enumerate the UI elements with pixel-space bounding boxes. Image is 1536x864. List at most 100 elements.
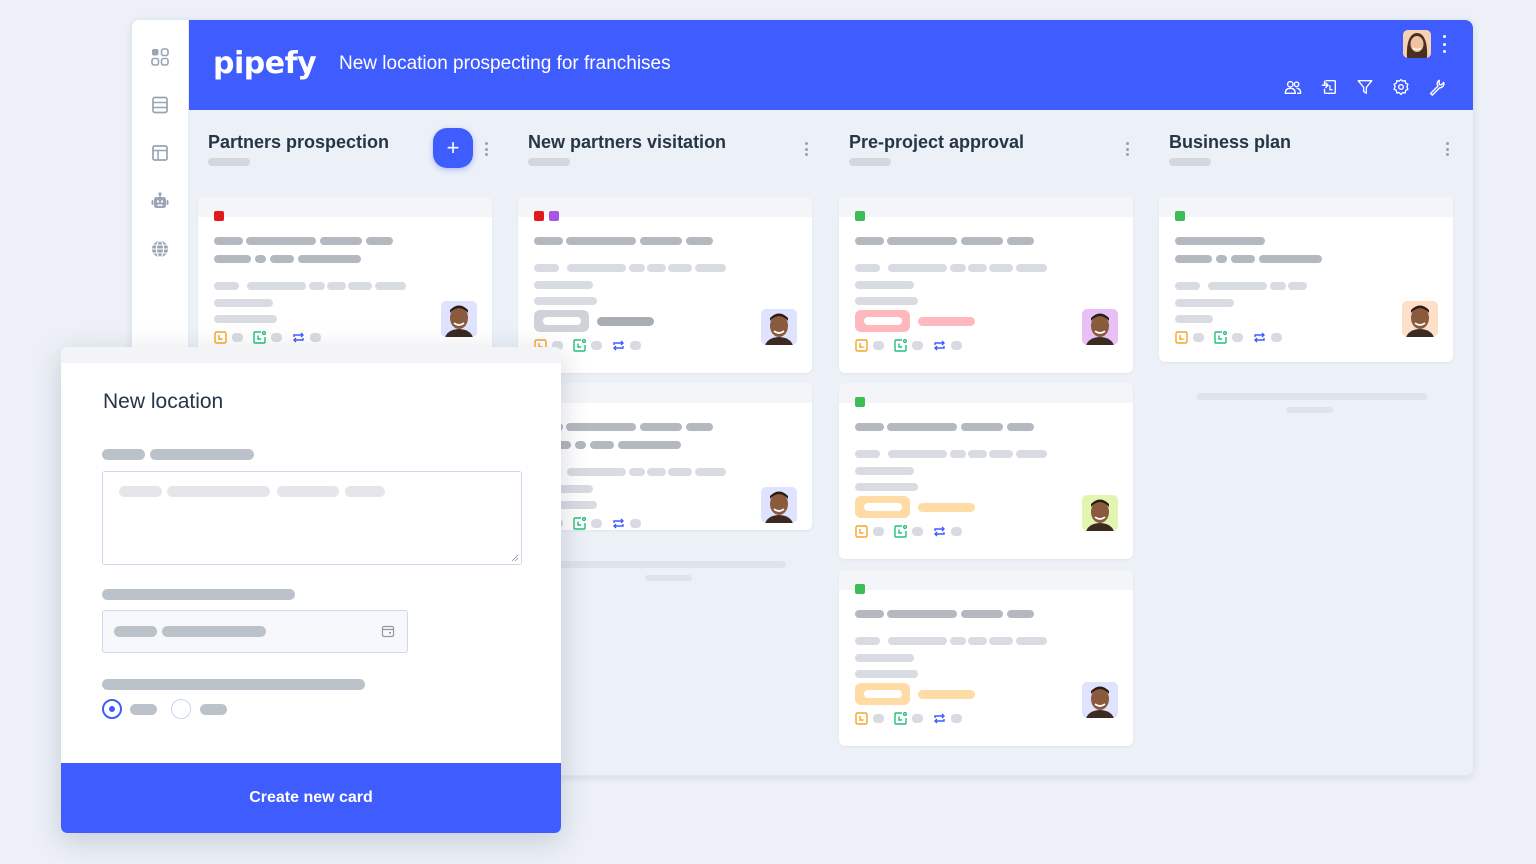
user-avatar[interactable]: [1403, 30, 1431, 58]
assignee-avatar[interactable]: [761, 487, 797, 523]
load-more-skeleton: [1286, 407, 1333, 413]
pipefy-logo[interactable]: pipefy: [213, 46, 317, 81]
indicator-value-skeleton: [951, 527, 962, 536]
card-field-skeleton: [1175, 282, 1200, 290]
card-title-skeleton: [686, 423, 713, 431]
card-field-skeleton: [668, 468, 692, 476]
pipe-card[interactable]: [839, 383, 1133, 559]
filter-icon[interactable]: [1355, 77, 1375, 97]
more-options-icon[interactable]: [1441, 35, 1447, 53]
card-field-skeleton: [534, 281, 593, 289]
pipe-card[interactable]: [198, 197, 492, 357]
card-title-skeleton: [246, 237, 316, 245]
wrench-icon[interactable]: [1427, 77, 1447, 97]
description-textarea[interactable]: [102, 471, 522, 565]
indicator-value-skeleton: [591, 519, 602, 528]
label-tag: [214, 211, 224, 221]
card-labels: [1175, 211, 1185, 221]
card-badge-text: [918, 317, 975, 326]
card-field-skeleton: [855, 670, 918, 678]
apps-grid-icon[interactable]: [149, 46, 171, 68]
card-field-skeleton: [989, 450, 1013, 458]
phase-menu-icon[interactable]: [484, 142, 488, 156]
card-field-skeleton: [950, 450, 966, 458]
field-label-placeholder: [150, 449, 254, 460]
pipe-card[interactable]: [518, 197, 812, 373]
card-indicators: [855, 339, 972, 352]
phase-menu-icon[interactable]: [1125, 142, 1129, 156]
create-new-card-button[interactable]: Create new card: [61, 763, 561, 833]
calendar-icon[interactable]: [381, 624, 395, 638]
phase-card-count: [849, 158, 891, 166]
import-icon[interactable]: [1319, 77, 1339, 97]
assignee-avatar[interactable]: [1082, 495, 1118, 531]
resize-handle-icon[interactable]: [511, 554, 519, 562]
pipe-card[interactable]: [839, 570, 1133, 746]
assignee-avatar[interactable]: [1082, 309, 1118, 345]
members-icon[interactable]: [1283, 77, 1303, 97]
card-title-skeleton: [855, 237, 884, 245]
card-field-skeleton: [950, 637, 966, 645]
card-field-skeleton: [855, 637, 880, 645]
card-title-skeleton: [887, 610, 957, 618]
card-title-skeleton: [961, 423, 1003, 431]
label-tag: [855, 211, 865, 221]
settings-icon[interactable]: [1391, 77, 1411, 97]
radio-option-2[interactable]: [171, 699, 191, 719]
repeat-icon: [933, 712, 946, 725]
sla-timer-icon: [894, 525, 907, 538]
assignee-avatar[interactable]: [441, 301, 477, 337]
indicator-value-skeleton: [1271, 333, 1282, 342]
indicator-value-skeleton: [1193, 333, 1204, 342]
due-date-icon: [214, 331, 227, 344]
assignee-avatar[interactable]: [1402, 301, 1438, 337]
card-title-skeleton: [618, 441, 681, 449]
assignee-avatar[interactable]: [761, 309, 797, 345]
sla-timer-icon: [573, 517, 586, 530]
pipe-card[interactable]: [1159, 197, 1453, 362]
add-card-button[interactable]: +: [433, 128, 473, 168]
card-title-skeleton: [590, 441, 614, 449]
pipe-card[interactable]: [518, 383, 812, 530]
label-tag: [549, 211, 559, 221]
load-more-skeleton: [1197, 393, 1427, 400]
layout-icon[interactable]: [149, 142, 171, 164]
card-field-skeleton: [855, 264, 880, 272]
phase-title: Pre-project approval: [849, 132, 1025, 152]
card-title-skeleton: [298, 255, 361, 263]
phase-title: New partners visitation: [528, 132, 727, 152]
card-field-skeleton: [1016, 637, 1047, 645]
phase-menu-icon[interactable]: [804, 142, 808, 156]
card-field-skeleton: [950, 264, 966, 272]
phase-menu-icon[interactable]: [1445, 142, 1449, 156]
database-icon[interactable]: [149, 94, 171, 116]
card-title-skeleton: [366, 237, 393, 245]
assignee-avatar[interactable]: [1082, 682, 1118, 718]
card-header-strip: [198, 197, 492, 217]
card-title-skeleton: [855, 423, 884, 431]
card-field-skeleton: [855, 281, 914, 289]
modal-top-strip: [61, 347, 561, 363]
robot-icon[interactable]: [149, 190, 171, 212]
card-badge-text: [597, 317, 654, 326]
new-card-modal: New location Create new card: [61, 347, 561, 833]
globe-icon[interactable]: [149, 238, 171, 260]
load-more-skeleton: [556, 561, 786, 568]
card-labels: [855, 584, 865, 594]
indicator-value-skeleton: [912, 341, 923, 350]
date-field[interactable]: [102, 610, 408, 653]
textarea-placeholder: [277, 486, 339, 497]
pipe-card[interactable]: [839, 197, 1133, 373]
card-indicators: [855, 712, 972, 725]
card-labels: [855, 211, 865, 221]
card-title-skeleton: [566, 423, 636, 431]
indicator-value-skeleton: [951, 714, 962, 723]
card-labels: [214, 211, 224, 221]
phase-card-count: [208, 158, 250, 166]
indicator-value-skeleton: [873, 527, 884, 536]
card-field-skeleton: [327, 282, 346, 290]
radio-option-1[interactable]: [102, 699, 122, 719]
card-labels: [534, 211, 559, 221]
indicator-value-skeleton: [591, 341, 602, 350]
label-tag: [855, 397, 865, 407]
